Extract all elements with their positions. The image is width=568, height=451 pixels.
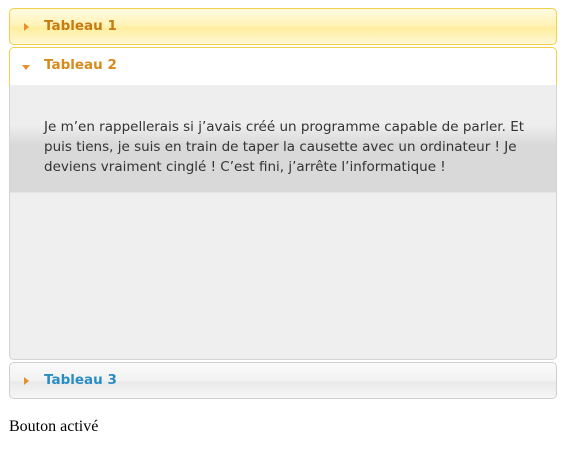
accordion-header-tableau-3[interactable]: Tableau 3 bbox=[9, 362, 557, 399]
accordion-header-label: Tableau 1 bbox=[44, 18, 117, 34]
accordion-header-label: Tableau 2 bbox=[44, 57, 117, 73]
panel-text: Je m’en rappellerais si j’avais créé un … bbox=[44, 119, 525, 175]
accordion-panel-tableau-2: Je m’en rappellerais si j’avais créé un … bbox=[9, 85, 557, 360]
triangle-right-icon bbox=[24, 376, 29, 385]
accordion-header-label: Tableau 3 bbox=[44, 372, 117, 388]
status-text: Bouton activé bbox=[9, 418, 99, 435]
triangle-down-icon bbox=[22, 64, 30, 70]
accordion-header-tableau-1[interactable]: Tableau 1 bbox=[9, 8, 557, 45]
accordion-header-tableau-2[interactable]: Tableau 2 bbox=[9, 47, 557, 85]
triangle-right-icon bbox=[24, 22, 29, 31]
